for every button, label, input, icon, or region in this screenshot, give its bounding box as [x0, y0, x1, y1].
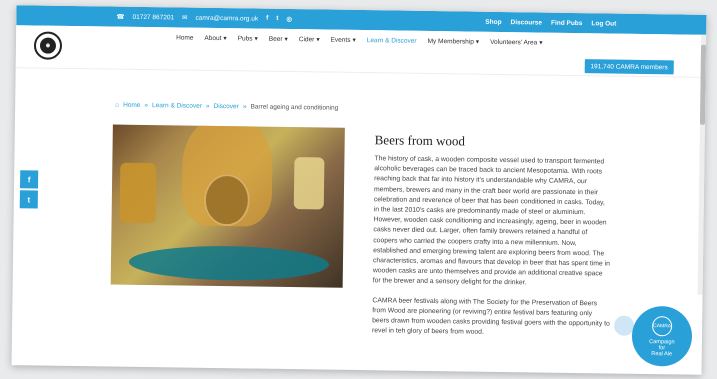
article-paragraph-1: The history of cask, a wooden composite …	[372, 155, 610, 287]
camra-logo-mark: ◉	[39, 37, 57, 54]
article-paragraph-2: CAMRA beer festivals along with The Soci…	[371, 296, 610, 337]
breadcrumb-separator: »	[205, 102, 210, 110]
nav-volunteers-area[interactable]: Volunteers' Area ▾	[490, 38, 543, 47]
photo-tray	[128, 244, 330, 282]
article-title: Beers from wood	[374, 132, 466, 149]
top-link-shop[interactable]: Shop	[485, 18, 501, 25]
top-social-icons: f t ◎	[266, 15, 292, 23]
top-link-find-pubs[interactable]: Find Pubs	[551, 19, 583, 26]
facebook-share-button[interactable]: f	[19, 170, 39, 189]
breadcrumb-separator: »	[242, 103, 247, 111]
breadcrumb-discover[interactable]: Discover	[213, 103, 238, 110]
breadcrumb-home[interactable]: Home	[123, 102, 140, 109]
chevron-down-icon: ▾	[254, 35, 258, 43]
photo-glass-light	[293, 157, 325, 210]
chevron-down-icon: ▾	[223, 35, 227, 43]
nav-beer[interactable]: Beer ▾	[269, 35, 288, 43]
breadcrumb: ⌂ Home » Learn & Discover » Discover » B…	[115, 102, 338, 112]
campaign-badge-area: CAMRA Campaign for Real Ale	[613, 305, 693, 367]
facebook-icon[interactable]: f	[266, 15, 268, 23]
phone-number[interactable]: 01727 867201	[132, 13, 174, 21]
breadcrumb-current: Barrel ageing and conditioning	[250, 103, 339, 112]
badge-line-3: Real Ale	[651, 350, 673, 357]
side-social-bar: f t	[19, 170, 39, 210]
chevron-down-icon: ▾	[284, 35, 288, 43]
campaign-badge[interactable]: CAMRA Campaign for Real Ale	[631, 305, 693, 367]
breadcrumb-learn-discover[interactable]: Learn & Discover	[152, 102, 202, 110]
camra-logo[interactable]: ◉	[33, 31, 63, 60]
photo-person	[181, 124, 274, 227]
nav-cider[interactable]: Cider ▾	[299, 35, 320, 44]
home-icon: ⌂	[115, 101, 120, 109]
twitter-icon[interactable]: t	[276, 15, 278, 23]
top-links: Shop Discourse Find Pubs Log Out	[485, 18, 616, 27]
members-count-button[interactable]: 191,740 CAMRA members	[584, 59, 674, 75]
chevron-down-icon: ▾	[475, 38, 480, 46]
nav-items: Home About ▾ Pubs ▾ Beer ▾ Cider ▾ Events ▾ L…	[176, 33, 543, 47]
chevron-down-icon: ▾	[539, 39, 543, 47]
beer-photo	[110, 124, 345, 288]
page-frame: ☎ 01727 867201 ✉ camra@camra.org.uk f t …	[11, 5, 707, 375]
instagram-icon[interactable]: ◎	[286, 15, 292, 23]
breadcrumb-separator: »	[144, 101, 149, 110]
nav-about[interactable]: About ▾	[204, 34, 226, 42]
badge-logo: CAMRA	[651, 315, 673, 336]
chevron-down-icon: ▾	[316, 36, 320, 44]
article-content: Beers from wood The history of cask, a w…	[372, 132, 613, 349]
nav-events[interactable]: Events ▾	[331, 36, 356, 44]
email-icon: ✉	[182, 14, 188, 22]
twitter-share-button[interactable]: t	[19, 190, 38, 209]
chevron-down-icon: ▾	[352, 36, 356, 44]
nav-my-membership[interactable]: My Membership ▾	[428, 37, 480, 46]
top-link-discourse[interactable]: Discourse	[511, 19, 543, 26]
photo-glass-amber	[119, 162, 157, 224]
nav-learn-discover[interactable]: Learn & Discover	[367, 36, 417, 45]
email-address[interactable]: camra@camra.org.uk	[195, 14, 258, 22]
nav-pubs[interactable]: Pubs ▾	[238, 34, 258, 43]
top-link-log-out[interactable]: Log Out	[591, 20, 616, 27]
scrollbar-thumb[interactable]	[699, 44, 707, 125]
contact-info: ☎ 01727 867201 ✉ camra@camra.org.uk	[116, 13, 258, 23]
nav-home[interactable]: Home	[176, 33, 193, 41]
phone-icon: ☎	[116, 13, 125, 21]
